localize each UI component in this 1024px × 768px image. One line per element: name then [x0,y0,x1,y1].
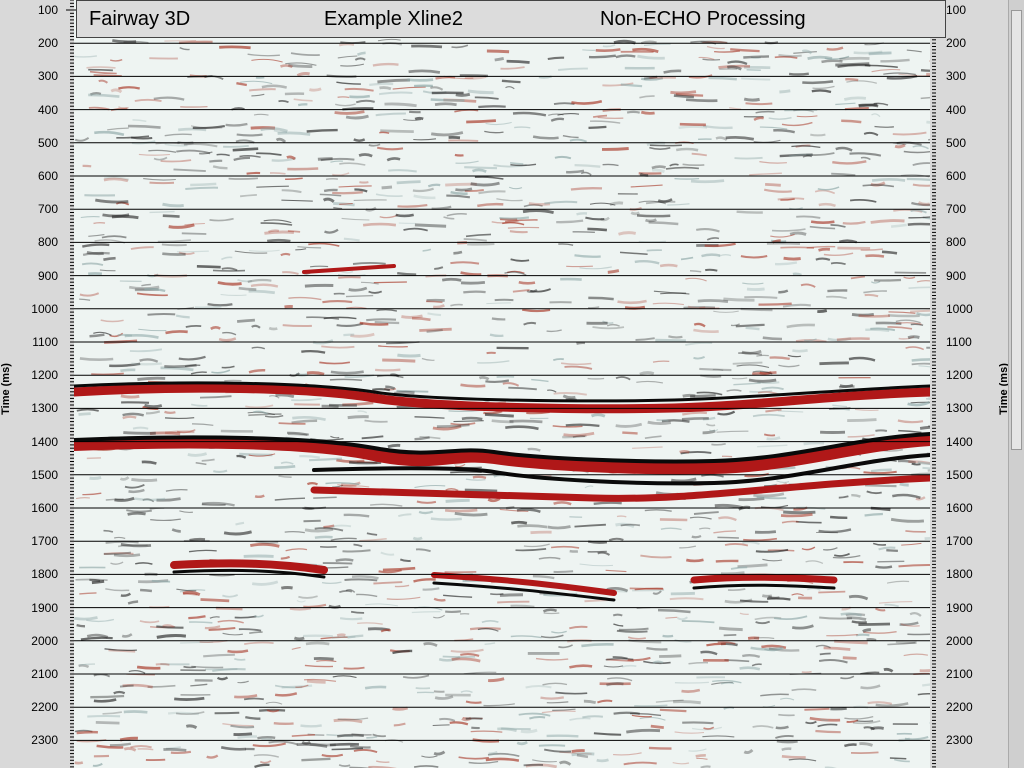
left-tick-label: 2200 [31,700,58,715]
right-tick-label: 600 [946,169,967,183]
processing-label: Non-ECHO Processing [600,8,806,30]
left-tick-label: 600 [37,169,58,183]
left-time-axis: Time (ms) 100 200 300 400 500 600 700 800 900 100… [0,0,74,768]
right-tick-label: 1200 [946,368,973,383]
left-tick-label: 1500 [31,467,58,482]
left-tick-label: 100 [37,3,58,17]
right-tick-label: 2200 [946,700,973,715]
left-tick-label: 2100 [31,667,58,681]
seismic-image [74,9,930,768]
right-tick-label: 2000 [946,633,973,648]
left-tick-label: 1400 [31,434,58,449]
left-tick-label: 200 [37,36,58,51]
right-tick-label: 1100 [946,335,972,349]
left-tick-label: 700 [37,202,58,217]
right-tick-label: 500 [946,135,967,150]
left-tick-label: 1600 [31,501,58,515]
right-tick-label: 1500 [946,467,973,482]
left-tick-label: 1200 [31,368,58,383]
left-tick-label: 2000 [31,633,58,648]
left-tick-label: 1100 [32,335,58,349]
right-tick-label: 1300 [946,401,973,416]
right-tick-label: 800 [946,235,967,250]
left-tick-label: 2300 [31,733,58,748]
right-tick-label: 1000 [946,301,973,316]
right-tick-label: 700 [946,202,967,217]
left-tick-label: 800 [37,235,58,250]
survey-name: Fairway 3D [89,8,191,30]
left-tick-label: 1300 [31,401,58,416]
right-tick-label: 1600 [946,501,973,515]
right-tick-label: 400 [946,102,967,117]
left-tick-label: 500 [37,135,58,150]
left-tick-label: 300 [37,69,58,84]
scrollbar-thumb[interactable] [1011,10,1022,450]
left-tick-label: 1000 [31,301,58,316]
left-minor-ticks [66,0,74,768]
right-tick-label: 300 [946,69,967,84]
right-tick-label: 200 [946,36,967,51]
seismic-section[interactable] [74,0,930,768]
right-tick-label: 2100 [946,667,973,681]
left-tick-label: 1800 [31,567,58,582]
left-tick-label: 1700 [31,534,58,549]
title-bar: Fairway 3D Example Xline2 Non-ECHO Proce… [76,0,946,38]
line-name: Example Xline2 [324,8,463,30]
left-axis-title: Time (ms) [0,363,12,415]
right-tick-label: 1800 [946,567,973,582]
left-tick-label: 400 [37,102,58,117]
left-tick-label: 1900 [31,600,58,615]
right-tick-label: 100 [946,3,967,17]
right-tick-label: 1700 [946,534,973,549]
right-tick-label: 2300 [946,733,973,748]
left-tick-label: 900 [37,268,58,283]
right-tick-label: 900 [946,268,967,283]
right-minor-ticks [932,0,940,768]
vertical-scrollbar[interactable] [1008,0,1024,768]
right-tick-label: 1900 [946,600,973,615]
right-tick-label: 1400 [946,434,973,449]
